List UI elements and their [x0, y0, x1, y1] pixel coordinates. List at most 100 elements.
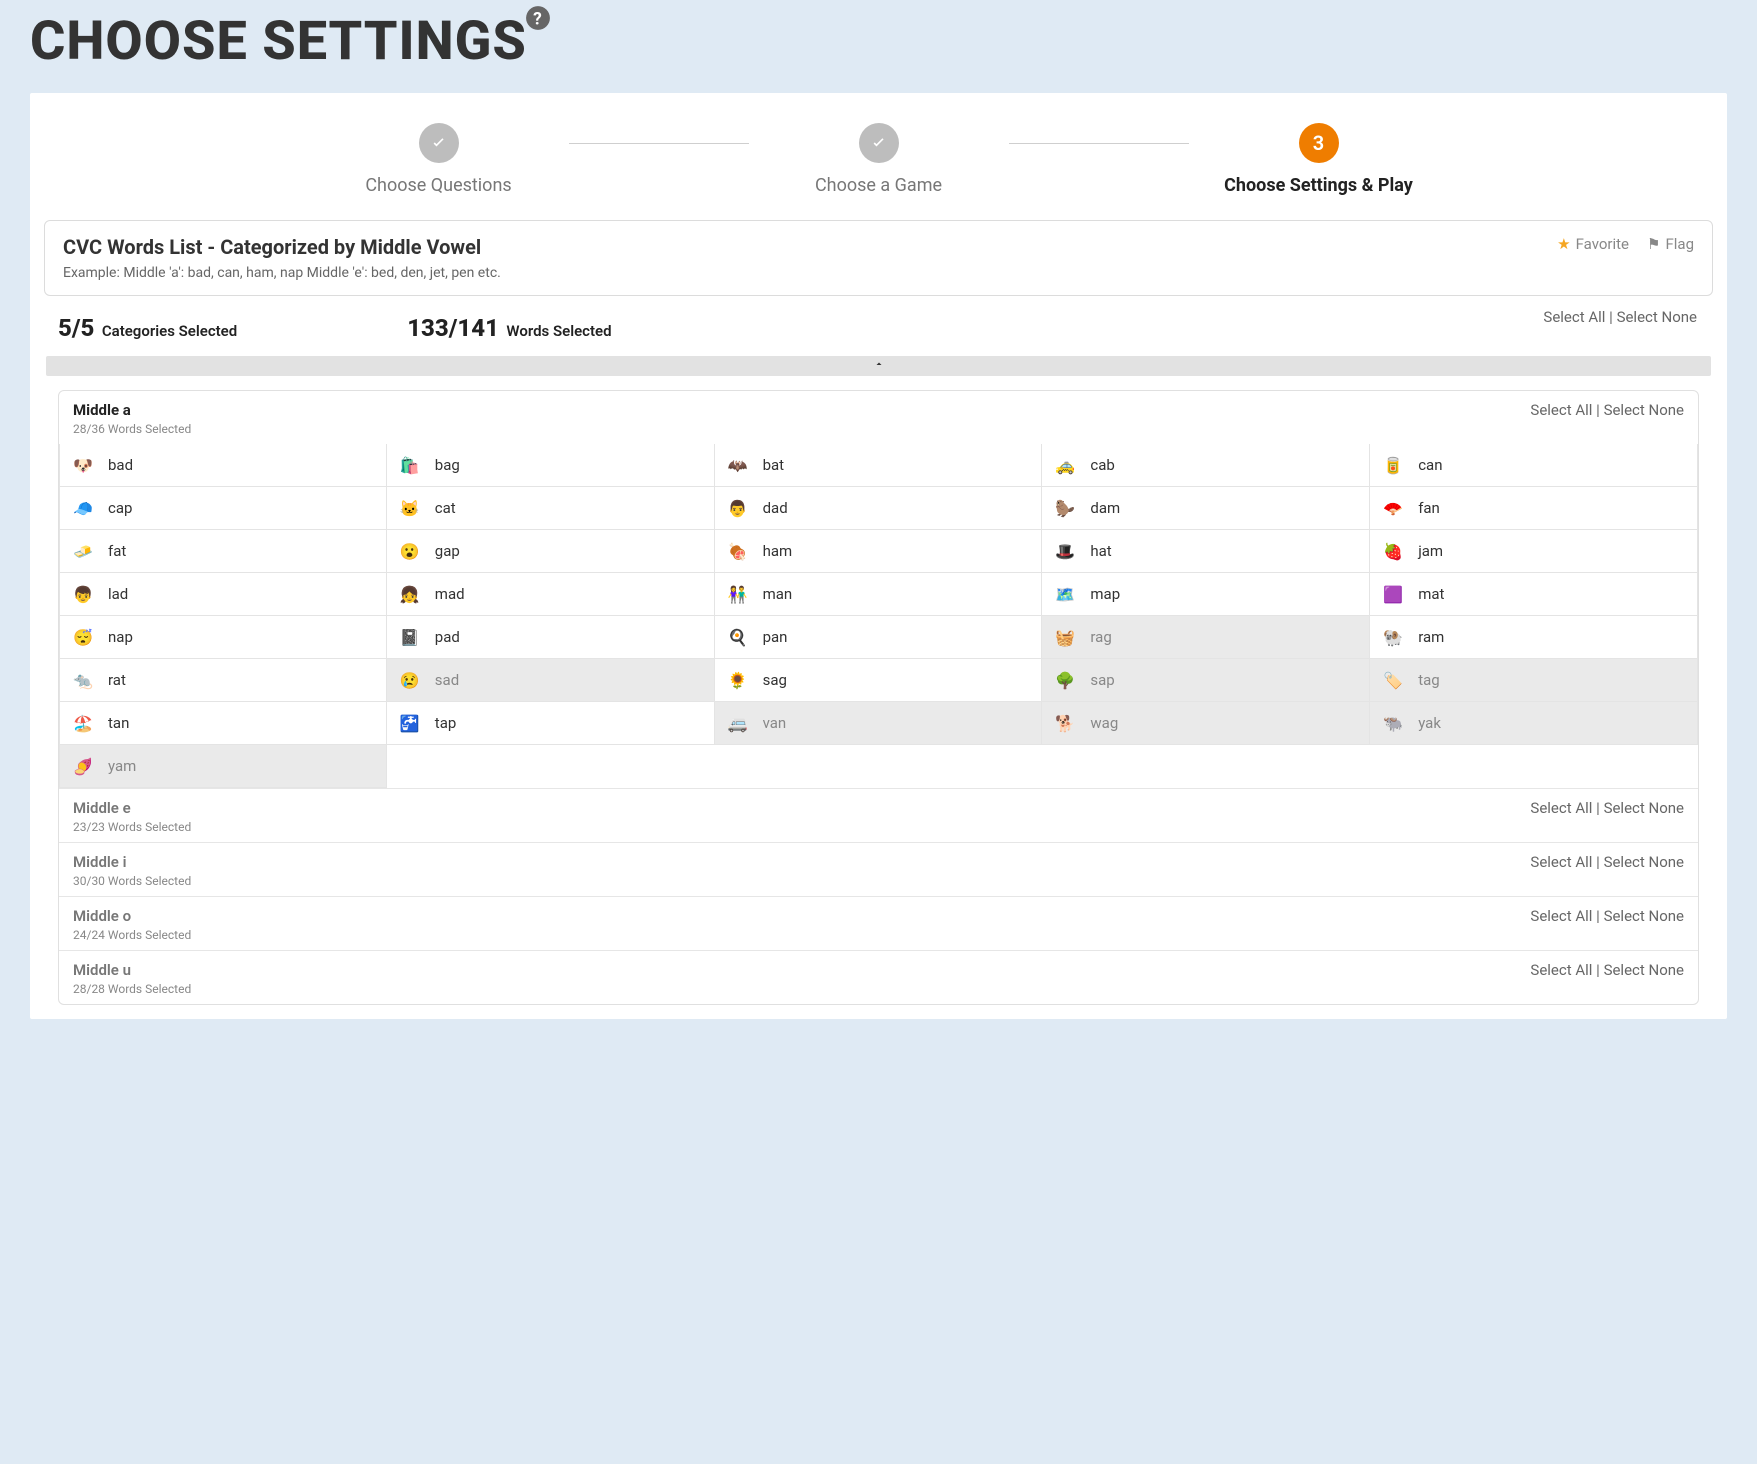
select-all-link[interactable]: Select All	[1530, 961, 1592, 979]
category-subcount: 30/30 Words Selected	[73, 874, 191, 888]
word-text: nap	[108, 628, 133, 646]
select-none-link[interactable]: Select None	[1604, 401, 1684, 419]
word-text: pad	[435, 628, 460, 646]
empty-cell	[1042, 745, 1370, 788]
step-choose-settings[interactable]: 3 Choose Settings & Play	[1189, 123, 1449, 196]
word-cell[interactable]: 🐕wag	[1042, 702, 1370, 745]
word-cell[interactable]: 🗺️map	[1042, 573, 1370, 616]
word-text: ham	[763, 542, 793, 560]
word-icon: 📓	[397, 624, 423, 650]
word-icon: 🚰	[397, 710, 423, 736]
category-actions: Select All | Select None	[1530, 907, 1684, 925]
category-header[interactable]: Middle a28/36 Words SelectedSelect All |…	[59, 391, 1698, 444]
main-card: Choose Questions Choose a Game 3 Choose …	[30, 93, 1727, 1019]
word-cell[interactable]: 😴 nap	[59, 616, 387, 659]
word-cell[interactable]: 🚕cab	[1042, 444, 1370, 487]
word-cell[interactable]: 🌳sap	[1042, 659, 1370, 702]
word-cell[interactable]: 🧈fat	[59, 530, 387, 573]
word-text: bag	[435, 456, 460, 474]
category-header[interactable]: Middle i30/30 Words SelectedSelect All |…	[59, 842, 1698, 896]
word-cell[interactable]: 👧mad	[387, 573, 715, 616]
category-header[interactable]: Middle u28/28 Words SelectedSelect All |…	[59, 950, 1698, 1004]
favorite-button[interactable]: ★ Favorite	[1557, 235, 1629, 253]
categories-count-value: 5/5	[58, 314, 94, 342]
word-cell[interactable]: 🟪mat	[1370, 573, 1698, 616]
word-text: gap	[435, 542, 460, 560]
word-icon: 😴	[70, 624, 96, 650]
words-count-value: 133/141	[407, 314, 499, 342]
list-title: CVC Words List - Categorized by Middle V…	[63, 235, 501, 259]
collapse-bar[interactable]	[46, 356, 1711, 376]
word-text: sag	[763, 671, 787, 689]
word-cell[interactable]: 🧺rag	[1042, 616, 1370, 659]
select-none-link[interactable]: Select None	[1604, 799, 1684, 817]
word-cell[interactable]: 🌻 sag	[715, 659, 1043, 702]
word-cell[interactable]: 🍖ham	[715, 530, 1043, 573]
word-cell[interactable]: 👫man	[715, 573, 1043, 616]
word-icon: 🧢	[70, 495, 96, 521]
word-text: cat	[435, 499, 456, 517]
checkmark-icon	[859, 123, 899, 163]
category-header[interactable]: Middle o24/24 Words SelectedSelect All |…	[59, 896, 1698, 950]
word-cell[interactable]: 🍓jam	[1370, 530, 1698, 573]
word-icon: 😢	[397, 667, 423, 693]
word-cell[interactable]: 😢 sad	[387, 659, 715, 702]
word-cell[interactable]: 🏖️tan	[59, 702, 387, 745]
svg-text:?: ?	[533, 10, 543, 30]
word-text: sad	[435, 671, 459, 689]
word-cell[interactable]: 📓 pad	[387, 616, 715, 659]
word-cell[interactable]: 🦫 dam	[1042, 487, 1370, 530]
counts-row: 5/5 Categories Selected 133/141 Words Se…	[44, 296, 1713, 356]
select-none-link[interactable]: Select None	[1604, 853, 1684, 871]
select-none-link[interactable]: Select None	[1604, 907, 1684, 925]
select-none-link[interactable]: Select None	[1617, 308, 1697, 326]
word-text: bad	[108, 456, 133, 474]
word-cell[interactable]: 🥫can	[1370, 444, 1698, 487]
word-cell[interactable]: 🍳pan	[715, 616, 1043, 659]
words-count-label: Words Selected	[506, 322, 611, 340]
word-text: dam	[1090, 499, 1120, 517]
select-all-link[interactable]: Select All	[1530, 799, 1592, 817]
word-icon: 🐀	[70, 667, 96, 693]
word-cell[interactable]: 🐱 cat	[387, 487, 715, 530]
word-icon: 🍓	[1380, 538, 1406, 564]
word-cell[interactable]: 🐀rat	[59, 659, 387, 702]
word-grid: 🐶bad🛍️bag🦇bat🚕cab🥫can 🧢cap 🐱 cat 👨dad 🦫 dam 🪭fa…	[59, 444, 1698, 788]
select-none-link[interactable]: Select None	[1604, 961, 1684, 979]
word-cell[interactable]: 🍠yam	[59, 745, 387, 788]
flag-button[interactable]: ⚑ Flag	[1647, 235, 1694, 253]
word-cell[interactable]: 🐃yak	[1370, 702, 1698, 745]
word-cell[interactable]: 🏷️tag	[1370, 659, 1698, 702]
word-cell[interactable]: 😮gap	[387, 530, 715, 573]
word-cell[interactable]: 🦇bat	[715, 444, 1043, 487]
step-number-icon: 3	[1299, 123, 1339, 163]
category-actions: Select All | Select None	[1530, 799, 1684, 817]
word-cell[interactable]: 👨dad	[715, 487, 1043, 530]
word-cell[interactable]: 🐏ram	[1370, 616, 1698, 659]
word-icon: 🌻	[725, 667, 751, 693]
category-name: Middle a	[73, 401, 191, 419]
word-icon: 🦫	[1052, 495, 1078, 521]
select-all-link[interactable]: Select All	[1530, 853, 1592, 871]
word-cell[interactable]: 👦lad	[59, 573, 387, 616]
category-name: Middle o	[73, 907, 191, 925]
category-header[interactable]: Middle e23/23 Words SelectedSelect All |…	[59, 788, 1698, 842]
select-all-link[interactable]: Select All	[1543, 308, 1605, 326]
empty-cell	[715, 745, 1043, 788]
word-icon: 🐱	[397, 495, 423, 521]
word-text: tag	[1418, 671, 1440, 689]
word-text: map	[1090, 585, 1120, 603]
select-all-link[interactable]: Select All	[1530, 907, 1592, 925]
word-cell[interactable]: 🚰tap	[387, 702, 715, 745]
word-cell[interactable]: 🐶bad	[59, 444, 387, 487]
select-all-link[interactable]: Select All	[1530, 401, 1592, 419]
word-cell[interactable]: 🧢cap	[59, 487, 387, 530]
word-cell[interactable]: 🪭fan	[1370, 487, 1698, 530]
word-text: mat	[1418, 585, 1444, 603]
step-choose-game[interactable]: Choose a Game	[749, 123, 1009, 196]
word-cell[interactable]: 🎩hat	[1042, 530, 1370, 573]
help-icon[interactable]: ?	[525, 0, 551, 45]
step-choose-questions[interactable]: Choose Questions	[309, 123, 569, 196]
word-cell[interactable]: 🚐van	[715, 702, 1043, 745]
word-cell[interactable]: 🛍️bag	[387, 444, 715, 487]
